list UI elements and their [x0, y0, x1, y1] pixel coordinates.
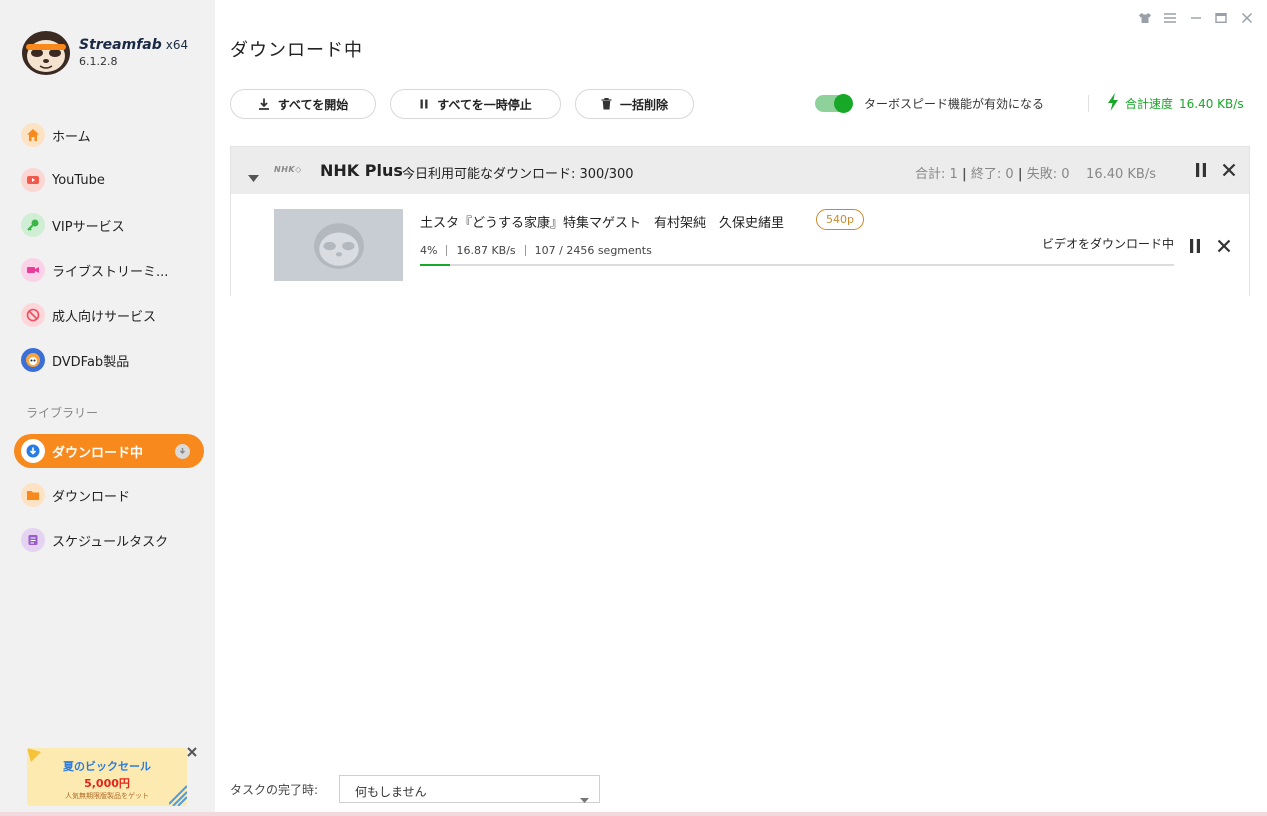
- total-speed: 合計速度 16.40 KB/s: [1107, 93, 1244, 114]
- sidebar: Streamfab x64 6.1.2.8 ホーム YouTube VIPサービス: [0, 0, 215, 816]
- sidebar-item-downloading[interactable]: ダウンロード中: [14, 434, 204, 468]
- video-title: 土スタ『どうする家康』特集マゲスト 有村架純 久保史緒里: [420, 216, 785, 231]
- key-icon: [21, 213, 45, 237]
- group-pause-icon[interactable]: [1194, 162, 1208, 182]
- download-group: NHK◇ NHK Plus 今日利用可能なダウンロード: 300/300 合計:…: [230, 146, 1250, 296]
- nhk-logo: NHK◇: [274, 165, 302, 174]
- progress-info: 4% 16.87 KB/s 107 / 2456 segments: [420, 244, 652, 257]
- total-speed-value: 16.40 KB/s: [1179, 96, 1244, 111]
- skin-icon[interactable]: [1137, 10, 1153, 26]
- on-complete-select[interactable]: 何もしません: [339, 775, 600, 803]
- promo-close-icon[interactable]: [185, 744, 199, 758]
- delete-all-button[interactable]: 一括削除: [575, 89, 694, 119]
- segments-count: 107 / 2456 segments: [534, 244, 652, 257]
- sidebar-item-label: VIPサービス: [52, 219, 125, 235]
- download-arrow-icon: [258, 98, 270, 110]
- video-thumbnail: [274, 209, 403, 281]
- close-window-icon[interactable]: [1239, 10, 1255, 26]
- download-speed: 16.87 KB/s: [456, 244, 516, 257]
- download-status: ビデオをダウンロード中: [1041, 237, 1174, 251]
- on-complete-label: タスクの完了時:: [230, 783, 319, 797]
- sidebar-item-label: ダウンロード: [52, 489, 131, 505]
- progress-fill: [420, 264, 451, 266]
- sidebar-item-livestream[interactable]: ライブストリーミ...: [14, 253, 204, 287]
- trash-icon: [601, 98, 612, 110]
- sidebar-item-label: ホーム: [52, 129, 91, 145]
- turbo-speed-toggle[interactable]: [815, 94, 853, 113]
- start-all-label: すべてを開始: [277, 97, 349, 112]
- home-icon: [21, 123, 45, 147]
- item-close-icon[interactable]: [1216, 238, 1232, 258]
- sidebar-item-label: YouTube: [52, 172, 105, 188]
- bottom-border: [0, 812, 1267, 816]
- page-title: ダウンロード中: [230, 40, 363, 61]
- video-camera-icon: [21, 258, 45, 282]
- download-quota: 今日利用可能なダウンロード: 300/300: [402, 167, 634, 182]
- sidebar-item-adult[interactable]: 成人向けサービス: [14, 298, 204, 332]
- collapse-caret-icon[interactable]: [248, 167, 259, 186]
- dvdfab-icon: [21, 348, 45, 372]
- group-close-icon[interactable]: [1221, 162, 1237, 182]
- youtube-icon: [21, 168, 45, 192]
- sidebar-item-label: 成人向けサービス: [52, 309, 157, 325]
- sidebar-item-label: ダウンロード中: [52, 445, 144, 461]
- pause-all-button[interactable]: すべてを一時停止: [390, 89, 561, 119]
- pause-icon: [419, 99, 429, 109]
- chevron-down-icon: [580, 788, 589, 807]
- on-complete-value: 何もしません: [355, 785, 427, 799]
- maximize-icon[interactable]: [1213, 10, 1229, 26]
- group-header: NHK◇ NHK Plus 今日利用可能なダウンロード: 300/300 合計:…: [231, 147, 1249, 194]
- delete-all-label: 一括削除: [619, 97, 668, 112]
- library-section-label: ライブラリー: [26, 406, 99, 420]
- download-icon: [21, 439, 45, 463]
- group-stats: 合計: 1 | 終了: 0 | 失敗: 0 16.40 KB/s: [915, 167, 1156, 182]
- download-count-badge-icon: [175, 444, 190, 459]
- item-pause-icon[interactable]: [1188, 238, 1202, 258]
- folder-icon: [21, 483, 45, 507]
- total-speed-label: 合計速度: [1125, 97, 1174, 111]
- promo-banner[interactable]: 夏のビックセール 5,000円 人気無期限版製品をゲット: [27, 748, 187, 806]
- sidebar-item-downloaded[interactable]: ダウンロード: [14, 478, 204, 512]
- promo-subtitle: 人気無期限版製品をゲット: [65, 792, 149, 800]
- progress-percent: 4%: [420, 244, 438, 257]
- lightning-icon: [1107, 93, 1119, 114]
- streamfab-window: Streamfab x64 6.1.2.8 ホーム YouTube VIPサービス: [0, 0, 1267, 816]
- turbo-speed-label: ターボスピード機能が有効になる: [864, 97, 1045, 111]
- pause-all-label: すべてを一時停止: [437, 97, 532, 112]
- minimize-icon[interactable]: [1188, 10, 1204, 26]
- app-version: 6.1.2.8: [79, 55, 118, 68]
- promo-price: 5,000円: [84, 777, 130, 790]
- sidebar-item-schedule[interactable]: スケジュールタスク: [14, 523, 204, 557]
- brand-name: Streamfab x64: [79, 37, 189, 53]
- sidebar-item-dvdfab[interactable]: DVDFab製品: [14, 343, 204, 377]
- start-all-button[interactable]: すべてを開始: [230, 89, 376, 119]
- download-item: 土スタ『どうする家康』特集マゲスト 有村架純 久保史緒里 540p 4% 16.…: [231, 194, 1249, 296]
- streamfab-logo-icon: [22, 31, 70, 75]
- sidebar-item-label: スケジュールタスク: [52, 534, 169, 550]
- sidebar-item-home[interactable]: ホーム: [14, 118, 204, 152]
- sidebar-item-vip[interactable]: VIPサービス: [14, 208, 204, 242]
- sidebar-item-label: DVDFab製品: [52, 354, 130, 370]
- menu-icon[interactable]: [1162, 10, 1178, 26]
- quality-badge: 540p: [816, 209, 864, 230]
- schedule-icon: [21, 528, 45, 552]
- service-name: NHK Plus: [320, 161, 403, 180]
- divider: [1088, 95, 1089, 112]
- promo-title: 夏のビックセール: [63, 760, 151, 773]
- sidebar-item-label: ライブストリーミ...: [52, 264, 169, 280]
- progress-bar: [420, 264, 1174, 266]
- toggle-knob: [834, 94, 853, 113]
- placeholder-sloth-icon: [313, 223, 364, 269]
- sidebar-item-youtube[interactable]: YouTube: [14, 163, 204, 197]
- adult-icon: [21, 303, 45, 327]
